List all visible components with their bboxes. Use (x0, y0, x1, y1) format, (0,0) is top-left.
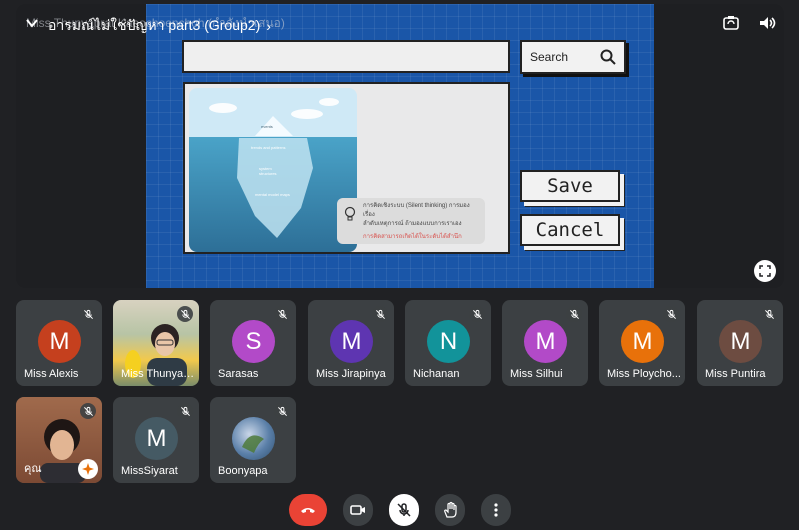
camera-icon (350, 505, 365, 515)
muted-mic-icon (663, 306, 679, 322)
participant-tile[interactable]: M Miss Silhui (502, 300, 588, 386)
meeting-title-text: อารมณ์ไม่ใช่ปัญหา part3 (Group2) (48, 17, 261, 33)
participant-name: Miss Ploycho... (607, 368, 681, 380)
participant-name: Nichanan (413, 368, 460, 380)
meeting-title[interactable]: อารมณ์ไม่ใช่ปัญหา part3 (Group2) › (48, 15, 271, 37)
end-call-icon (301, 508, 315, 513)
effects-button[interactable] (78, 459, 98, 479)
participant-name: Miss Silhui (510, 368, 563, 380)
volume-icon[interactable] (758, 14, 776, 32)
avatar: M (330, 320, 373, 363)
raise-hand-icon (444, 501, 457, 518)
avatar: M (38, 320, 81, 363)
participant-tile[interactable]: M Miss Jirapinya (308, 300, 394, 386)
presentation-stage: Search events trends and patterns system… (16, 4, 784, 288)
iceberg-label-trends: trends and patterns (251, 145, 286, 150)
participant-name: คุณ (24, 463, 42, 475)
mic-off-icon (397, 503, 411, 517)
search-icon (600, 49, 616, 65)
participant-name: MissSiyarat (121, 465, 178, 477)
fullscreen-icon (759, 265, 771, 277)
avatar: S (232, 320, 275, 363)
sparkle-icon (82, 463, 94, 475)
lightbulb-icon (344, 206, 356, 221)
participant-name: Miss Alexis (24, 368, 79, 380)
slide-search-box: Search (520, 40, 626, 74)
camera-toggle-button[interactable] (343, 494, 373, 526)
callout-line-1: การคิดเชิงระบบ (Silent thinking) การมองเ… (363, 203, 470, 218)
switch-camera-icon[interactable] (722, 14, 740, 32)
more-vert-icon (494, 503, 498, 517)
avatar: M (719, 320, 762, 363)
muted-mic-icon (274, 306, 290, 322)
avatar: M (135, 417, 178, 460)
call-controls (0, 494, 799, 530)
participant-name: Miss Thunyap... (121, 368, 195, 380)
slide-content-panel: events trends and patterns system struct… (183, 82, 510, 254)
stage-top-actions (722, 14, 776, 32)
participant-tile[interactable]: M Miss Alexis (16, 300, 102, 386)
muted-mic-icon (274, 403, 290, 419)
chevron-right-icon: › (266, 18, 271, 34)
callout-line-3: การคิดสามารถเกิดได้ในระดับได้สำนึก (363, 234, 462, 240)
slide-search-label: Search (530, 50, 569, 64)
avatar: N (427, 320, 470, 363)
fullscreen-button[interactable] (754, 260, 776, 282)
muted-mic-icon (469, 306, 485, 322)
participant-tile[interactable]: Miss Thunyap... (113, 300, 199, 386)
participant-tile[interactable]: M MissSiyarat (113, 397, 199, 483)
iceberg-label-structures: system structures (259, 166, 277, 176)
avatar: M (524, 320, 567, 363)
participant-name: Sarasas (218, 368, 259, 380)
muted-mic-icon (80, 403, 96, 419)
slide-cancel-button: Cancel (520, 214, 620, 246)
slide-callout: การคิดเชิงระบบ (Silent thinking) การมองเ… (337, 198, 485, 244)
muted-mic-icon (177, 403, 193, 419)
iceberg-label-events: events (261, 124, 273, 129)
muted-mic-icon (566, 306, 582, 322)
chevron-down-icon[interactable] (24, 16, 40, 30)
participant-tile[interactable]: S Sarasas (210, 300, 296, 386)
avatar: M (621, 320, 664, 363)
more-options-button[interactable] (481, 494, 511, 526)
meet-window: Search events trends and patterns system… (0, 0, 799, 530)
participant-tile[interactable]: N Nichanan (405, 300, 491, 386)
participant-tile[interactable]: คุณ (16, 397, 102, 483)
muted-mic-icon (761, 306, 777, 322)
muted-mic-icon (80, 306, 96, 322)
avatar (232, 417, 275, 460)
participant-tile[interactable]: M Miss Ploycho... (599, 300, 685, 386)
iceberg-image: events trends and patterns system struct… (189, 88, 357, 252)
end-call-button[interactable] (289, 494, 327, 526)
muted-mic-icon (372, 306, 388, 322)
shared-slide: Search events trends and patterns system… (146, 4, 654, 288)
participant-name: Miss Puntira (705, 368, 766, 380)
slide-text-field (182, 40, 510, 73)
participant-tile[interactable]: M Miss Puntira (697, 300, 783, 386)
slide-save-button: Save (520, 170, 620, 202)
callout-line-2: ลำดับเหตุการณ์ ถ้ามองแบบการเราเอง (363, 221, 462, 227)
raise-hand-button[interactable] (435, 494, 465, 526)
mic-toggle-button[interactable] (389, 494, 419, 526)
participant-name: Miss Jirapinya (316, 368, 386, 380)
muted-mic-icon (177, 306, 193, 322)
participant-name: Boonyapa (218, 465, 268, 477)
participant-tile[interactable]: Boonyapa (210, 397, 296, 483)
iceberg-label-mental-models: mental model maps (255, 192, 290, 197)
